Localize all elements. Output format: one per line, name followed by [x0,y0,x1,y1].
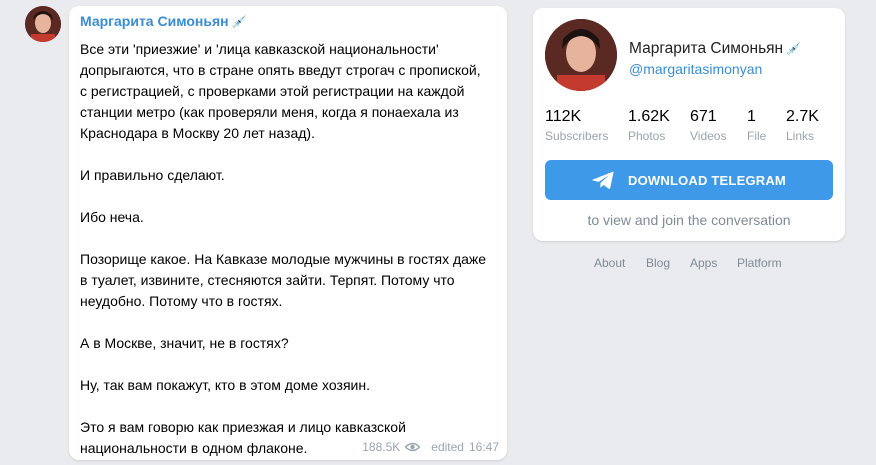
stat-value: 671 [690,108,717,125]
message-author[interactable]: Маргарита Симоньян 💉 [80,13,247,29]
syringe-icon: 💉 [231,15,247,29]
download-button-label: DOWNLOAD TELEGRAM [628,172,786,188]
syringe-icon: 💉 [786,42,802,56]
footer-link-about[interactable]: About [594,256,625,270]
author-avatar[interactable] [25,6,61,42]
footer-link-platform[interactable]: Platform [737,256,782,270]
stat-label: Subscribers [545,129,609,143]
message-time[interactable]: 16:47 [469,440,499,454]
stat-value: 1.62K [628,108,670,125]
message-text: Все эти 'приезжие' и 'лица кавказской на… [80,41,487,456]
stat-label: Links [786,129,815,143]
edited-label: edited [431,440,464,454]
stat-value: 2.7K [786,108,819,125]
channel-card: Маргарита Симоньян 💉 @margaritasimonyan 1… [533,8,845,241]
stat-links[interactable]: 2.7K Links [786,108,819,143]
stat-videos[interactable]: 671 Videos [690,108,726,143]
footer-link-blog[interactable]: Blog [646,256,670,270]
stat-label: Photos [628,129,666,143]
channel-name-text: Маргарита Симоньян [629,40,784,57]
author-name[interactable]: Маргарита Симоньян [80,13,229,29]
telegram-plane-icon [592,171,614,189]
channel-username-link[interactable]: @margaritasimonyan [629,61,762,77]
stat-files[interactable]: 1 File [747,108,766,143]
channel-avatar [545,19,617,91]
stat-label: Videos [690,129,727,143]
eye-icon [405,442,421,452]
join-note: to view and join the conversation [587,212,791,228]
view-count: 188.5K [362,440,401,454]
footer-link-apps[interactable]: Apps [690,256,717,270]
message-footer: 188.5K edited 16:47 [362,440,499,454]
stat-value: 112K [545,108,582,125]
channel-name: Маргарита Симоньян 💉 [629,40,801,58]
stat-subscribers: 112K Subscribers [545,108,608,143]
stat-value: 1 [747,108,756,125]
message-bubble: Маргарита Симоньян 💉 Все эти 'приезжие' и… [69,6,507,460]
download-telegram-button[interactable]: DOWNLOAD TELEGRAM [545,160,833,200]
stat-photos[interactable]: 1.62K Photos [628,108,670,143]
stat-label: File [747,129,767,143]
